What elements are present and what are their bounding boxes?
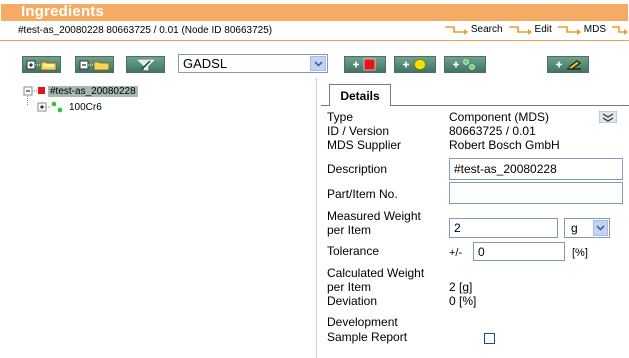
part-number-label: Part/Item No. bbox=[327, 187, 398, 201]
tree-connector bbox=[27, 96, 29, 105]
tab-details[interactable]: Details bbox=[329, 84, 391, 106]
dev-sample-report-checkbox[interactable] bbox=[484, 333, 495, 344]
expand-folder-icon bbox=[26, 60, 56, 71]
crumb-label: Search bbox=[470, 24, 503, 35]
tab-underline bbox=[391, 105, 629, 106]
crumb-arrow-icon bbox=[612, 25, 628, 35]
measured-weight-value: 2 bbox=[454, 221, 461, 235]
tree-root-item[interactable]: #test-as_20080228 bbox=[23, 85, 138, 97]
expand-all-button[interactable] bbox=[22, 56, 61, 73]
tree-child-item[interactable]: 100Cr6 bbox=[37, 100, 102, 114]
tolerance-unit: [%] bbox=[572, 247, 588, 259]
description-label: Description bbox=[327, 162, 388, 176]
deviation-label: Deviation bbox=[327, 294, 378, 308]
tree-child-label: 100Cr6 bbox=[69, 101, 102, 113]
id-version-value: 80663725 / 0.01 bbox=[449, 124, 536, 138]
crumb-label: Edit bbox=[534, 24, 552, 35]
weight-unit-value: g bbox=[571, 221, 578, 235]
node-subtitle: #test-as_20080228 80663725 / 0.01 (Node … bbox=[18, 25, 273, 36]
tab-underline bbox=[321, 105, 329, 106]
add-component-button[interactable] bbox=[344, 56, 386, 73]
calculated-weight-label-2: per Item bbox=[327, 280, 372, 294]
weight-unit-select[interactable]: g bbox=[564, 218, 610, 238]
filter-button[interactable] bbox=[126, 56, 165, 73]
type-label: Type bbox=[327, 110, 354, 124]
add-substance-button[interactable] bbox=[444, 56, 486, 73]
calculated-weight-value: 2 [g] bbox=[449, 280, 473, 294]
crumb-mds[interactable]: MDS bbox=[557, 24, 606, 35]
tolerance-value: 0 bbox=[478, 244, 485, 259]
collapse-chevron-icon[interactable] bbox=[598, 110, 618, 128]
measured-weight-input[interactable]: 2 bbox=[449, 218, 558, 238]
panel-divider bbox=[316, 78, 317, 358]
add-edit-icon bbox=[556, 60, 582, 70]
description-input[interactable]: #test-as_20080228 bbox=[449, 158, 623, 180]
dev-sample-report-label-2: Sample Report bbox=[327, 330, 408, 344]
add-other-button[interactable] bbox=[547, 56, 589, 73]
add-yellow-circle-icon bbox=[403, 59, 426, 70]
collapse-all-button[interactable] bbox=[75, 56, 114, 73]
dev-sample-report-label-1: Development bbox=[327, 315, 398, 329]
crumb-arrow-icon bbox=[508, 25, 532, 35]
collapse-folder-icon bbox=[79, 60, 109, 71]
tolerance-label: Tolerance bbox=[327, 244, 380, 258]
crumb-search[interactable]: Search bbox=[444, 24, 503, 35]
crumb-edit[interactable]: Edit bbox=[508, 24, 552, 35]
description-input-value: #test-as_20080228 bbox=[454, 162, 557, 176]
chevron-down-icon[interactable] bbox=[593, 220, 608, 236]
crumb-next[interactable] bbox=[611, 25, 629, 35]
part-number-input[interactable] bbox=[449, 182, 623, 204]
header: Ingredients #test-as_20080228 80663725 /… bbox=[0, 0, 629, 41]
type-value: Component (MDS) bbox=[449, 110, 550, 124]
add-material-button[interactable] bbox=[394, 56, 436, 73]
crumb-label: MDS bbox=[583, 24, 606, 35]
deviation-value: 0 [%] bbox=[449, 294, 477, 308]
filter-funnel-icon bbox=[136, 59, 155, 71]
tree-root-label: #test-as_20080228 bbox=[48, 85, 138, 97]
page-title: Ingredients bbox=[21, 3, 105, 20]
chevron-down-icon[interactable] bbox=[310, 56, 326, 71]
tolerance-prefix: +/- bbox=[449, 247, 463, 259]
supplier-label: MDS Supplier bbox=[327, 138, 402, 152]
regulation-select[interactable]: GADSL bbox=[178, 54, 328, 73]
calculated-weight-label-1: Calculated Weight bbox=[327, 266, 425, 280]
add-substance-icon bbox=[453, 59, 475, 70]
supplier-value: Robert Bosch GmbH bbox=[449, 138, 560, 152]
add-red-square-icon bbox=[353, 58, 376, 71]
header-divider bbox=[0, 40, 629, 41]
measured-weight-label-2: per Item bbox=[327, 223, 372, 237]
regulation-select-value: GADSL bbox=[183, 56, 228, 71]
breadcrumb: Search Edit MDS bbox=[439, 24, 629, 35]
id-version-label: ID / Version bbox=[327, 124, 390, 138]
crumb-arrow-icon bbox=[557, 25, 581, 35]
tolerance-input[interactable]: 0 bbox=[473, 242, 565, 261]
measured-weight-label-1: Measured Weight bbox=[327, 209, 421, 223]
crumb-arrow-icon bbox=[444, 25, 468, 35]
expand-node-icon[interactable] bbox=[37, 100, 65, 114]
